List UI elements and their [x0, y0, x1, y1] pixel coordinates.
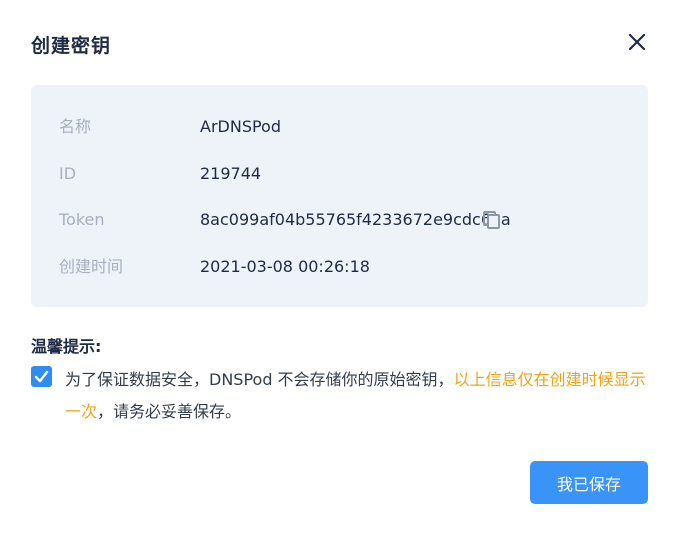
info-row-created: 创建时间 2021-03-08 00:26:18	[31, 255, 648, 279]
checkmark-icon	[34, 370, 49, 383]
name-label: 名称	[59, 117, 92, 136]
created-time-label: 创建时间	[59, 257, 124, 276]
info-row-id: ID 219744	[31, 162, 648, 186]
tip-text-before: 为了保证数据安全，DNSPod 不会存储你的原始密钥，	[65, 370, 454, 389]
copy-icon[interactable]	[483, 211, 501, 229]
created-time-value: 2021-03-08 00:26:18	[200, 257, 370, 276]
tip-title: 温馨提示:	[31, 337, 102, 356]
name-value: ArDNSPod	[200, 117, 281, 136]
key-info-panel: 名称 ArDNSPod ID 219744 Token 8ac099af04b5…	[31, 85, 648, 307]
acknowledge-checkbox[interactable]	[31, 366, 52, 387]
tip-text-after: ，请务必妥善保存。	[97, 402, 242, 421]
dialog-title: 创建密钥	[31, 35, 112, 57]
info-row-token: Token 8ac099af04b55765f4233672e9cdc6aa	[31, 208, 648, 232]
create-key-dialog: 创建密钥 名称 ArDNSPod ID 219744 Token 8ac099a…	[0, 0, 677, 533]
token-value[interactable]: 8ac099af04b55765f4233672e9cdc6aa	[200, 208, 511, 232]
tip-text: 为了保证数据安全，DNSPod 不会存储你的原始密钥，以上信息仅在创建时候显示一…	[65, 364, 655, 428]
confirm-saved-button[interactable]: 我已保存	[530, 461, 648, 504]
id-value: 219744	[200, 164, 262, 183]
close-icon[interactable]	[625, 30, 649, 54]
token-label: Token	[59, 210, 105, 229]
info-row-name: 名称 ArDNSPod	[31, 115, 648, 139]
id-label: ID	[59, 164, 77, 183]
